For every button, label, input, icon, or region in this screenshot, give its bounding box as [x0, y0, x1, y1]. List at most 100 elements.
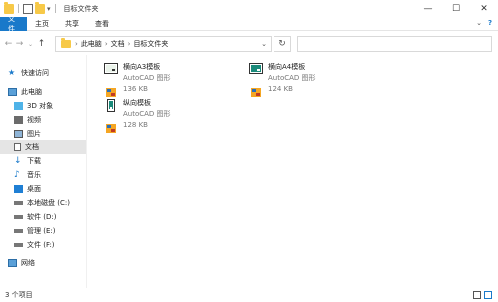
sidebar-item-label: 音乐 — [27, 171, 41, 179]
breadcrumb-documents[interactable]: 文档 — [111, 39, 125, 49]
tab-share[interactable]: 共享 — [57, 17, 87, 31]
maximize-button[interactable]: ☐ — [442, 0, 470, 17]
sidebar-item-videos[interactable]: 视频 — [0, 113, 86, 127]
desktop-icon — [14, 185, 23, 193]
tab-view[interactable]: 查看 — [87, 17, 117, 31]
drive-icon — [14, 229, 23, 233]
drive-icon — [14, 201, 23, 205]
autocad-file-icon — [249, 63, 263, 77]
autocad-badge-icon — [106, 88, 116, 97]
tab-file[interactable]: 文件 — [0, 15, 27, 33]
computer-icon — [8, 88, 17, 96]
file-type: AutoCAD 图形 — [123, 74, 171, 82]
toolbar-divider — [18, 4, 19, 13]
tab-home[interactable]: 主页 — [27, 17, 57, 31]
item-count: 3 个项目 — [5, 291, 33, 299]
sidebar-item-downloads[interactable]: ↓ 下载 — [0, 154, 86, 168]
sidebar-item-label: 文件 (F:) — [27, 241, 55, 249]
minimize-button[interactable]: — — [414, 0, 442, 17]
address-dropdown-icon[interactable]: ⌄ — [261, 40, 267, 48]
file-size: 128 KB — [123, 121, 148, 129]
picture-icon — [14, 130, 23, 138]
pane-divider — [86, 55, 87, 288]
sidebar-item-pictures[interactable]: 图片 — [0, 127, 86, 141]
breadcrumb-target-folder[interactable]: 目标文件夹 — [133, 39, 168, 49]
recent-locations-icon[interactable]: ⌄ — [25, 41, 36, 48]
sidebar-item-label: 文档 — [25, 143, 39, 151]
new-folder-icon[interactable] — [35, 1, 45, 14]
quick-access-toolbar: ▾ — [0, 1, 58, 14]
sidebar-item-label: 3D 对象 — [27, 102, 54, 110]
music-icon: ♪ — [14, 170, 20, 180]
sidebar-item-documents[interactable]: 文档 — [0, 140, 86, 154]
view-toggle — [473, 291, 492, 299]
sidebar-item-this-pc[interactable]: 此电脑 — [0, 85, 86, 99]
large-icons-view-icon[interactable] — [484, 291, 492, 299]
drive-icon — [14, 215, 23, 219]
title-bar: ▾ 目标文件夹 — ☐ ✕ — [0, 0, 498, 17]
folder-icon — [61, 38, 71, 48]
file-size: 136 KB — [123, 85, 148, 93]
network-icon — [8, 259, 17, 267]
breadcrumb-separator: › — [127, 40, 131, 48]
sidebar-item-drive-d[interactable]: 软件 (D:) — [0, 210, 86, 224]
back-icon[interactable]: ← — [3, 39, 14, 49]
ribbon-expand-icon[interactable]: ⌄ — [476, 19, 482, 27]
file-size: 124 KB — [268, 85, 293, 93]
sidebar-item-label: 快速访问 — [21, 69, 49, 77]
sidebar-item-label: 网络 — [21, 259, 35, 267]
file-name: 横向A3模板 — [123, 63, 161, 71]
sidebar-item-drive-f[interactable]: 文件 (F:) — [0, 238, 86, 252]
file-item-portrait[interactable]: 纵向模板 AutoCAD 图形 128 KB — [104, 98, 171, 133]
refresh-icon[interactable]: ↻ — [274, 36, 291, 52]
sidebar-item-network[interactable]: 网络 — [0, 256, 86, 270]
sidebar-item-label: 视频 — [27, 116, 41, 124]
navigation-bar: ← → ⌄ ↑ › 此电脑 › 文档 › 目标文件夹 ⌄ ↻ — [0, 33, 498, 55]
help-icon[interactable]: ? — [488, 19, 492, 27]
details-view-icon[interactable] — [473, 291, 481, 299]
file-name: 横向A4模板 — [268, 63, 306, 71]
close-button[interactable]: ✕ — [470, 0, 498, 17]
forward-icon[interactable]: → — [14, 39, 25, 49]
sidebar-item-label: 本地磁盘 (C:) — [27, 199, 70, 207]
file-item-a4[interactable]: 横向A4模板 AutoCAD 图形 124 KB — [249, 62, 316, 97]
document-icon — [14, 143, 21, 151]
breadcrumb-separator: › — [75, 40, 78, 48]
sidebar-item-3d-objects[interactable]: 3D 对象 — [0, 99, 86, 113]
download-icon: ↓ — [14, 156, 22, 166]
navigation-pane: ★ 快速访问 此电脑 3D 对象 视频 图片 文档 ↓ 下载 ♪ 音乐 桌面 本… — [0, 60, 86, 288]
sidebar-item-label: 下载 — [27, 157, 41, 165]
autocad-badge-icon — [251, 88, 261, 97]
autocad-file-icon — [104, 99, 118, 113]
breadcrumb-separator: › — [104, 40, 108, 48]
window-title: 目标文件夹 — [63, 4, 99, 13]
autocad-file-icon — [104, 63, 118, 77]
sidebar-item-label: 管理 (E:) — [27, 227, 56, 235]
sidebar-item-label: 图片 — [27, 130, 41, 138]
sidebar-item-label: 桌面 — [27, 185, 41, 193]
sidebar-item-drive-e[interactable]: 管理 (E:) — [0, 224, 86, 238]
ribbon-tabs: 文件 主页 共享 查看 ⌄ ? — [0, 15, 498, 33]
sidebar-item-quick-access[interactable]: ★ 快速访问 — [0, 66, 86, 80]
sidebar-item-desktop[interactable]: 桌面 — [0, 182, 86, 196]
drive-icon — [14, 243, 23, 247]
search-input[interactable] — [297, 36, 492, 52]
customize-toolbar-icon[interactable]: ▾ — [47, 5, 51, 13]
properties-icon[interactable] — [23, 3, 33, 14]
file-name: 纵向模板 — [123, 99, 151, 107]
file-type: AutoCAD 图形 — [268, 74, 316, 82]
sidebar-item-label: 此电脑 — [21, 88, 42, 96]
file-item-a3[interactable]: 横向A3模板 AutoCAD 图形 136 KB — [104, 62, 171, 97]
video-icon — [14, 116, 23, 124]
autocad-badge-icon — [106, 124, 116, 133]
breadcrumb-this-pc[interactable]: 此电脑 — [81, 39, 102, 49]
folder-icon[interactable] — [4, 1, 14, 14]
file-type: AutoCAD 图形 — [123, 110, 171, 118]
toolbar-divider — [54, 4, 56, 13]
up-icon[interactable]: ↑ — [36, 39, 47, 49]
sidebar-item-music[interactable]: ♪ 音乐 — [0, 168, 86, 182]
cube-icon — [14, 102, 23, 110]
sidebar-item-drive-c[interactable]: 本地磁盘 (C:) — [0, 196, 86, 210]
address-bar[interactable]: › 此电脑 › 文档 › 目标文件夹 ⌄ — [55, 36, 272, 52]
star-icon: ★ — [8, 68, 16, 77]
